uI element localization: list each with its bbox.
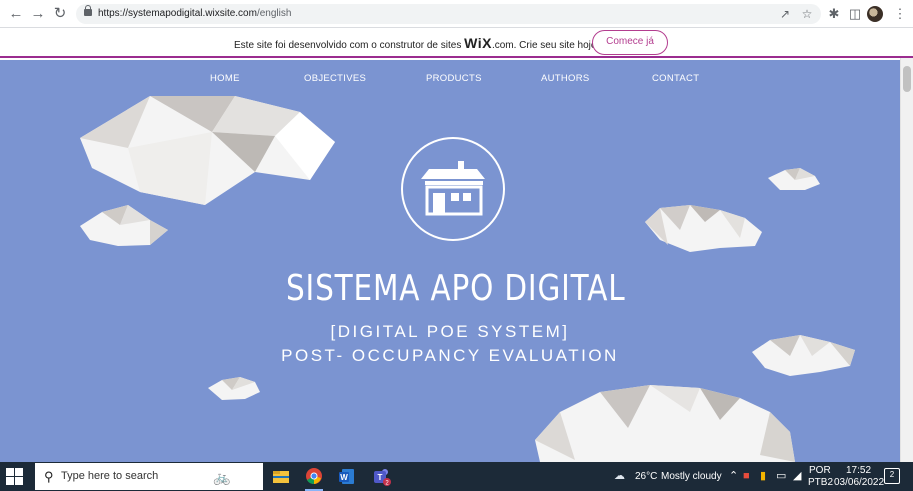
nav-home[interactable]: HOME <box>210 73 240 84</box>
wix-banner: Este site foi desenvolvido com o constru… <box>0 28 913 58</box>
svg-text:T: T <box>378 473 383 482</box>
scroll-thumb[interactable] <box>903 66 911 92</box>
share-icon[interactable]: ↗ <box>776 4 794 24</box>
weather-temp[interactable]: 26°C <box>635 471 657 482</box>
hero-section: HOME OBJECTIVES PRODUCTS AUTHORS CONTACT… <box>0 60 900 462</box>
page-scrollbar[interactable] <box>900 58 913 462</box>
clock-date[interactable]: 03/06/2022 <box>834 477 884 488</box>
chrome-icon[interactable] <box>301 465 327 491</box>
forward-button[interactable]: → <box>28 4 48 24</box>
lock-icon[interactable] <box>84 5 92 16</box>
input-language[interactable]: POR <box>809 465 831 476</box>
nav-authors[interactable]: AUTHORS <box>541 73 590 84</box>
search-placeholder: Type here to search <box>61 470 159 482</box>
word-icon[interactable]: W <box>334 465 360 488</box>
hero-tagline: POST- OCCUPANCY EVALUATION <box>281 346 619 365</box>
back-button[interactable]: ← <box>6 4 26 24</box>
teams-icon[interactable]: T2 <box>367 465 393 488</box>
chevron-up-icon[interactable]: ⌃ <box>729 469 738 483</box>
cloud-small-left <box>80 205 168 246</box>
taskbar-search-box[interactable]: ⚲ Type here to search 🚲 <box>35 463 263 490</box>
cloud-large-left <box>80 96 335 205</box>
windows-taskbar: ⚲ Type here to search 🚲 W T2 ☁ 26°C Most… <box>0 462 913 491</box>
nav-products[interactable]: PRODUCTS <box>426 73 482 84</box>
url-text: https://systemapodigital.wixsite.com/eng… <box>98 8 292 19</box>
antivirus-icon[interactable]: ■ <box>743 469 750 483</box>
cloud-small-top-right <box>768 168 820 190</box>
browser-toolbar: ← → ↻ https://systemapodigital.wixsite.c… <box>0 0 913 28</box>
wifi-icon[interactable]: ◢ <box>793 469 801 483</box>
clock-time[interactable]: 17:52 <box>846 465 871 476</box>
menu-dots-icon[interactable]: ⋮ <box>890 4 910 24</box>
nav-contact[interactable]: CONTACT <box>652 73 699 84</box>
file-explorer-icon[interactable] <box>268 465 294 488</box>
hero-subtitle: [DIGITAL POE SYSTEM] <box>330 322 570 341</box>
cloud-small-bottom-left <box>208 377 260 400</box>
extensions-icon[interactable]: ✱ <box>824 4 844 24</box>
profile-avatar[interactable] <box>867 6 883 22</box>
wix-banner-text: Este site foi desenvolvido com o constru… <box>234 35 600 51</box>
notification-center-icon[interactable]: 2 <box>884 468 900 484</box>
cloud-middle-right <box>645 205 762 252</box>
svg-text:W: W <box>340 473 348 482</box>
windows-start-button[interactable] <box>6 468 23 485</box>
site-logo[interactable] <box>401 137 505 241</box>
cloud-right <box>752 335 855 376</box>
cloud-icon[interactable]: ☁ <box>614 469 625 483</box>
hero-title: SISTEMA APO DIGITAL <box>286 268 626 309</box>
start-now-button[interactable]: Comece já <box>592 30 668 55</box>
weather-text[interactable]: Mostly cloudy <box>661 471 722 482</box>
cloud-decorations <box>80 96 855 462</box>
cloud-large-bottom <box>535 385 795 462</box>
app-tray-icon[interactable]: ▮ <box>760 469 766 483</box>
search-icon: ⚲ <box>44 469 54 484</box>
reload-button[interactable]: ↻ <box>50 4 70 24</box>
side-panel-icon[interactable]: ◫ <box>845 4 865 24</box>
address-bar[interactable]: https://systemapodigital.wixsite.com/eng… <box>76 4 821 24</box>
bookmark-star-icon[interactable]: ☆ <box>798 4 816 24</box>
wix-logo[interactable]: WiX <box>464 35 492 51</box>
keyboard-layout[interactable]: PTB2 <box>808 477 833 488</box>
house-icon <box>421 161 485 216</box>
nav-objectives[interactable]: OBJECTIVES <box>304 73 366 84</box>
battery-icon[interactable]: ▭ <box>776 469 786 483</box>
search-highlight-icon: 🚲 <box>213 469 231 485</box>
site-nav: HOME OBJECTIVES PRODUCTS AUTHORS CONTACT <box>0 60 900 100</box>
